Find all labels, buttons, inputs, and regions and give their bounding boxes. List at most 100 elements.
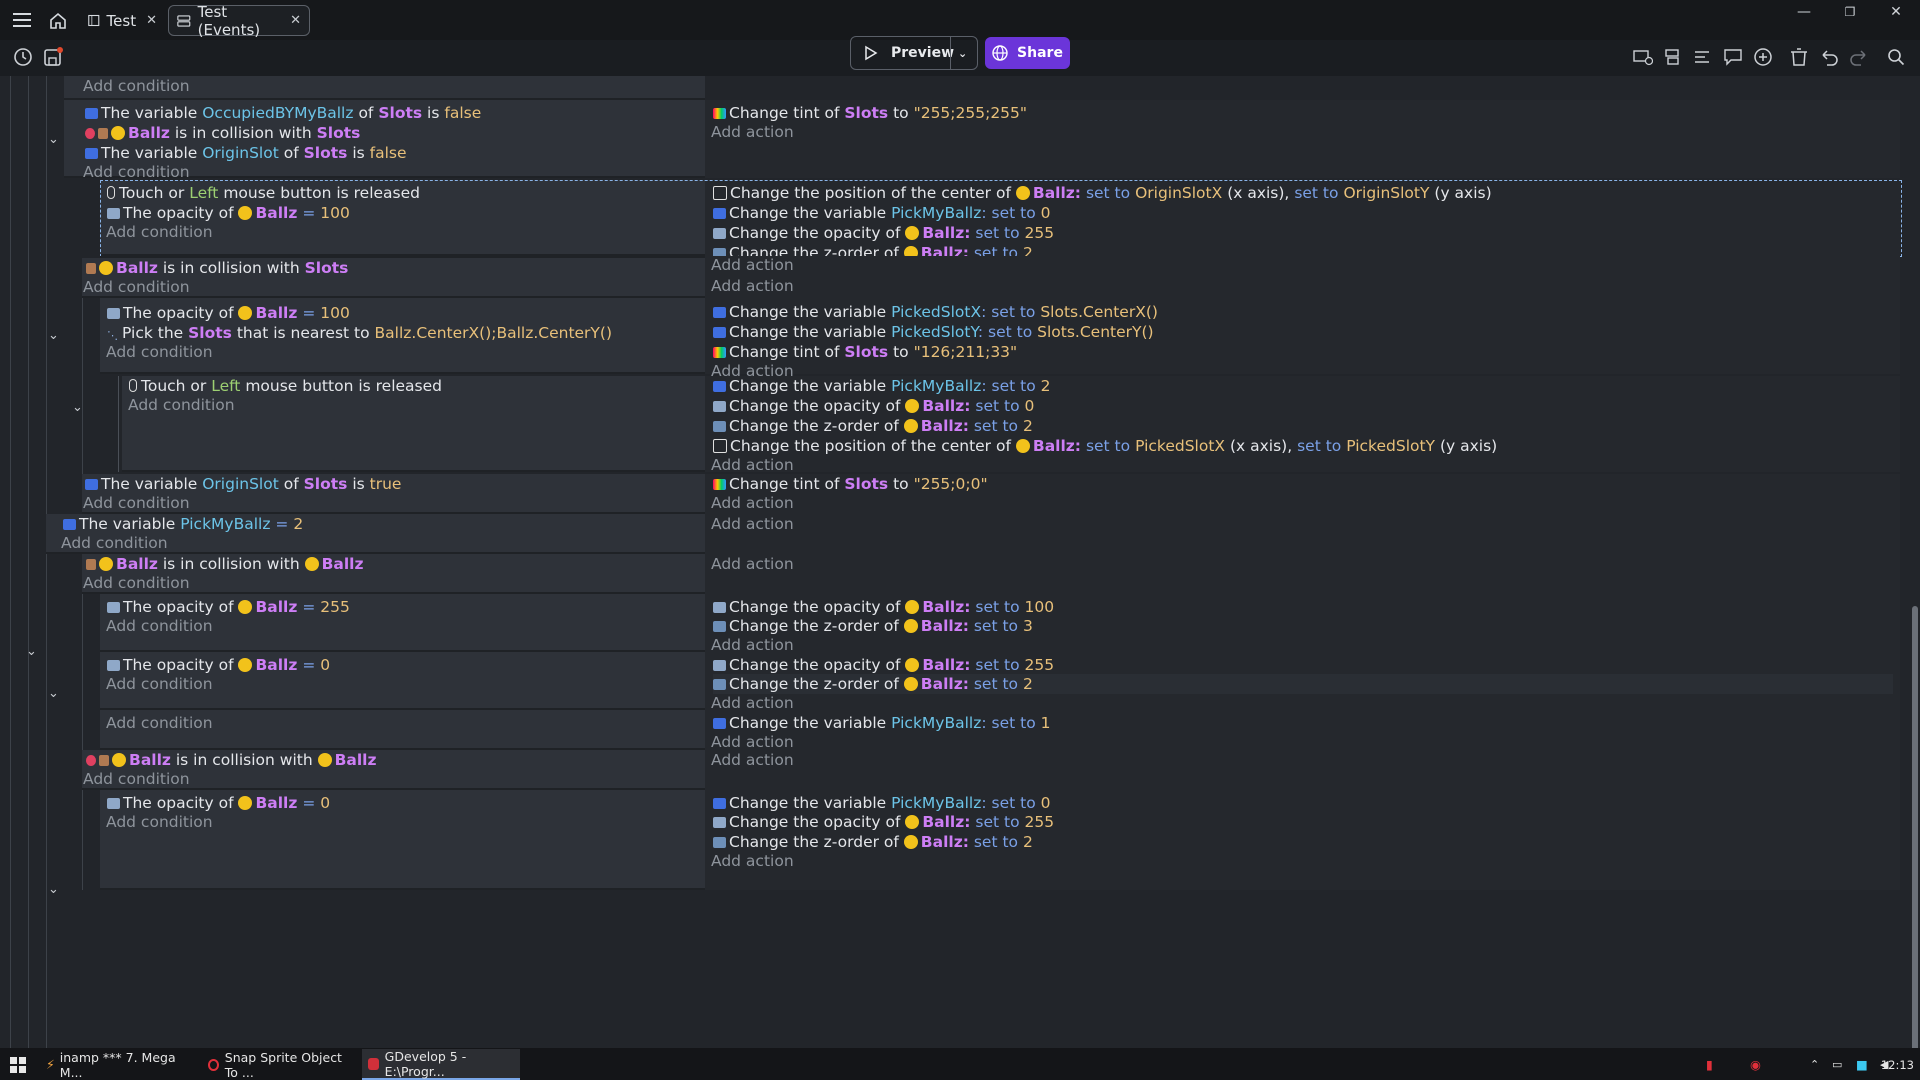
add-action-button[interactable]: Add action <box>711 493 794 513</box>
condition-collision[interactable]: Ballz is in collision with Slots <box>85 123 360 143</box>
add-condition-button[interactable]: Add condition <box>83 493 190 513</box>
add-comment-icon[interactable] <box>1722 46 1744 68</box>
history-icon[interactable] <box>12 46 34 68</box>
condition-block: Ballz is in collision with Ballz Add con… <box>82 554 705 594</box>
condition-collision[interactable]: Ballz is in collision with Ballz <box>86 750 377 770</box>
condition-opacity[interactable]: The opacity of Ballz = 255 <box>107 597 350 617</box>
tray-opera-icon[interactable]: ◉ <box>1744 1049 1768 1080</box>
condition-opacity[interactable]: The opacity of Ballz = 0 <box>107 655 330 675</box>
action-change-variable[interactable]: Change the variable PickMyBallz: set to … <box>713 376 1051 396</box>
add-condition-button[interactable]: Add condition <box>106 812 213 832</box>
delete-icon[interactable] <box>1788 46 1810 68</box>
add-condition-button[interactable]: Add condition <box>83 277 190 297</box>
close-tab-icon[interactable]: ✕ <box>146 13 157 28</box>
add-action-button[interactable]: Add action <box>711 455 794 475</box>
invert-icon <box>86 755 96 766</box>
add-action-button[interactable]: Add action <box>711 750 794 770</box>
add-action-button[interactable]: Add action <box>711 122 794 142</box>
add-action-button[interactable]: Add action <box>711 276 794 296</box>
action-block: Change tint of Slots to "255;0;0" Add ac… <box>705 474 1900 514</box>
collapse-chevron-icon[interactable]: ⌄ <box>48 328 59 343</box>
share-button[interactable]: Share <box>985 37 1070 69</box>
events-sheet[interactable]: Add condition The variable OccupiedBYMyB… <box>0 76 1920 1048</box>
add-subevent-icon[interactable] <box>1662 46 1684 68</box>
condition-collision[interactable]: Ballz is in collision with Slots <box>86 258 348 278</box>
action-change-zorder[interactable]: Change the z-order of Ballz: set to 2 <box>713 832 1033 852</box>
condition-collision[interactable]: Ballz is in collision with Ballz <box>86 554 364 574</box>
add-action-button[interactable]: Add action <box>711 554 794 574</box>
add-condition-button[interactable]: Add condition <box>128 395 235 415</box>
preview-button[interactable]: Preview ⌄ <box>850 36 978 70</box>
minimize-icon[interactable]: — <box>1781 0 1827 24</box>
restore-icon[interactable]: ❐ <box>1827 0 1873 24</box>
condition-variable-compare[interactable]: The variable PickMyBallz = 2 <box>63 514 303 534</box>
collapse-chevron-icon[interactable]: ⌄ <box>48 882 59 897</box>
vertical-scrollbar[interactable] <box>1912 606 1918 1048</box>
action-change-zorder[interactable]: Change the z-order of Ballz: set to 2 <box>713 416 1033 436</box>
add-condition-button[interactable]: Add condition <box>106 616 213 636</box>
tray-chevron-icon[interactable]: ⌃ <box>1804 1049 1824 1080</box>
collapse-chevron-icon[interactable]: ⌄ <box>48 686 59 701</box>
close-tab-icon[interactable]: ✕ <box>290 13 301 28</box>
action-change-variable[interactable]: Change the variable PickedSlotY: set to … <box>713 322 1154 342</box>
taskbar-item-winamp[interactable]: ⚡ inamp *** 7. Mega M... <box>40 1049 198 1080</box>
add-condition-button[interactable]: Add condition <box>83 573 190 593</box>
action-change-tint[interactable]: Change tint of Slots to "126;211;33" <box>713 342 1017 362</box>
add-action-button[interactable]: Add action <box>711 255 794 275</box>
windows-start-icon[interactable] <box>4 1049 32 1080</box>
add-condition-button[interactable]: Add condition <box>83 76 190 96</box>
add-condition-button[interactable]: Add condition <box>106 674 213 694</box>
hamburger-menu-icon[interactable] <box>8 6 36 34</box>
undo-icon[interactable] <box>1818 46 1840 68</box>
tab-scene[interactable]: Test ✕ <box>80 5 165 36</box>
add-condition-button[interactable]: Add condition <box>83 769 190 789</box>
add-condition-button[interactable]: Add condition <box>106 342 213 362</box>
home-icon[interactable] <box>44 6 72 34</box>
action-change-position[interactable]: Change the position of the center of Bal… <box>713 436 1497 456</box>
condition-pick-nearest[interactable]: ⋱ Pick the Slots that is nearest to Ballz… <box>107 323 612 343</box>
add-condition-button[interactable]: Add condition <box>106 713 213 733</box>
add-event-icon[interactable] <box>1632 46 1654 68</box>
action-change-opacity[interactable]: Change the opacity of Ballz: set to 255 <box>713 655 1054 675</box>
condition-variable-check[interactable]: The variable OccupiedBYMyBallz of Slots … <box>85 103 481 123</box>
add-more-icon[interactable] <box>1752 46 1774 68</box>
save-icon[interactable] <box>42 46 64 68</box>
collapse-chevron-icon[interactable]: ⌄ <box>48 132 59 147</box>
chevron-down-icon[interactable]: ⌄ <box>958 47 967 60</box>
add-condition-button[interactable]: Add condition <box>83 162 190 182</box>
action-change-zorder[interactable]: Change the z-order of Ballz: set to 3 <box>713 616 1033 636</box>
clock[interactable]: 12:13 <box>1876 1049 1920 1080</box>
ballz-sprite-icon <box>1015 439 1030 453</box>
condition-variable-check[interactable]: The variable OriginSlot of Slots is fals… <box>85 143 407 163</box>
taskbar-item-browser[interactable]: Snap Sprite Object To ... <box>202 1049 358 1080</box>
taskbar-item-gdevelop[interactable]: GDevelop 5 - E:\Progr... <box>362 1049 520 1080</box>
action-change-variable[interactable]: Change the variable PickMyBallz: set to … <box>713 713 1051 733</box>
ballz-sprite-icon <box>905 815 920 829</box>
condition-opacity[interactable]: The opacity of Ballz = 100 <box>107 303 350 323</box>
add-condition-button[interactable]: Add condition <box>61 533 168 553</box>
add-action-button[interactable]: Add action <box>711 514 794 534</box>
condition-variable-check[interactable]: The variable OriginSlot of Slots is true <box>85 474 401 494</box>
action-change-tint[interactable]: Change tint of Slots to "255;255;255" <box>713 103 1027 123</box>
ballz-sprite-icon <box>238 796 253 810</box>
condition-mouse-release[interactable]: Touch or Left mouse button is released <box>129 376 442 396</box>
redo-icon[interactable] <box>1848 46 1870 68</box>
network-icon[interactable]: ▭ <box>1826 1049 1848 1080</box>
close-window-icon[interactable]: ✕ <box>1873 0 1919 24</box>
action-change-variable[interactable]: Change the variable PickedSlotX: set to … <box>713 302 1158 322</box>
action-change-opacity[interactable]: Change the opacity of Ballz: set to 0 <box>713 396 1034 416</box>
tab-events[interactable]: Test (Events) ✕ <box>168 3 310 39</box>
action-change-variable[interactable]: Change the variable PickMyBallz: set to … <box>713 793 1051 813</box>
add-action-button[interactable]: Add action <box>711 732 794 752</box>
collapse-chevron-icon[interactable]: ⌄ <box>26 644 37 659</box>
add-action-button[interactable]: Add action <box>711 851 794 871</box>
action-change-opacity[interactable]: Change the opacity of Ballz: set to 255 <box>713 812 1054 832</box>
action-change-opacity[interactable]: Change the opacity of Ballz: set to 100 <box>713 597 1054 617</box>
tray-app-icon[interactable]: ▮ <box>1700 1049 1724 1080</box>
add-group-icon[interactable] <box>1692 46 1714 68</box>
action-change-tint[interactable]: Change tint of Slots to "255;0;0" <box>713 474 988 494</box>
search-icon[interactable] <box>1885 46 1907 68</box>
condition-opacity[interactable]: The opacity of Ballz = 0 <box>107 793 330 813</box>
tray-app2-icon[interactable]: ■ <box>1850 1049 1872 1080</box>
action-change-zorder[interactable]: Change the z-order of Ballz: set to 2 <box>713 674 1893 694</box>
